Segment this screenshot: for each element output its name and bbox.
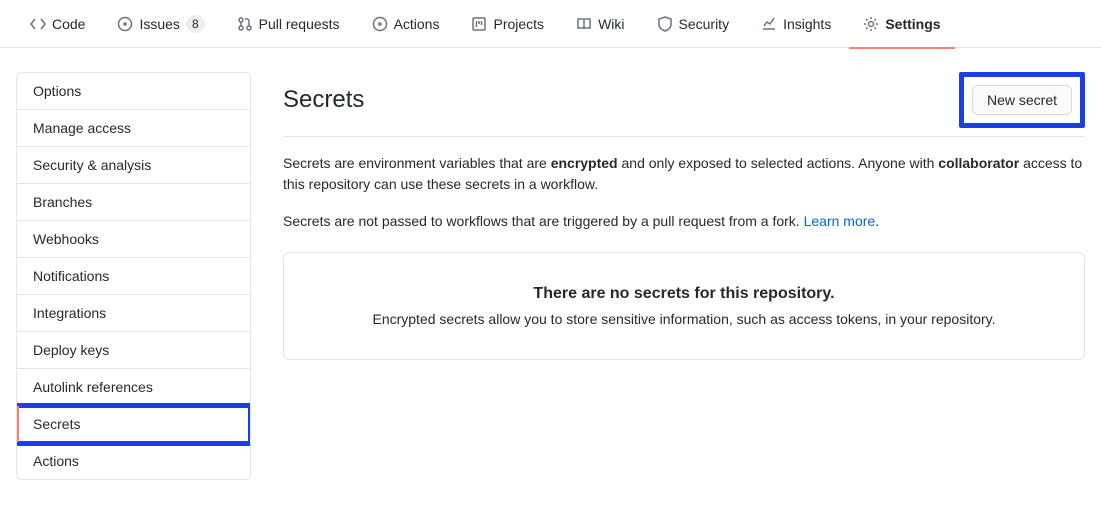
tab-wiki[interactable]: Wiki: [562, 0, 638, 48]
tab-label: Code: [52, 16, 85, 32]
learn-more-link[interactable]: Learn more: [804, 213, 876, 229]
tab-label: Security: [679, 16, 730, 32]
tab-label: Wiki: [598, 16, 624, 32]
page-header: Secrets New secret: [283, 72, 1085, 137]
tab-settings[interactable]: Settings: [849, 0, 954, 48]
main-content: Secrets New secret Secrets are environme…: [283, 72, 1085, 360]
empty-title: There are no secrets for this repository…: [308, 285, 1060, 303]
issues-count: 8: [186, 15, 205, 33]
tab-label: Settings: [885, 16, 940, 32]
issue-icon: [117, 16, 133, 32]
tab-label: Issues: [139, 16, 179, 32]
tab-insights[interactable]: Insights: [747, 0, 845, 48]
secrets-description-2: Secrets are not passed to workflows that…: [283, 211, 1085, 232]
new-secret-button[interactable]: New secret: [972, 85, 1072, 115]
repo-tabs: Code Issues 8 Pull requests Actions Proj…: [0, 0, 1101, 48]
project-icon: [471, 16, 487, 32]
secrets-description-1: Secrets are environment variables that a…: [283, 153, 1085, 195]
empty-state: There are no secrets for this repository…: [283, 252, 1085, 360]
shield-icon: [657, 16, 673, 32]
tab-pull-requests[interactable]: Pull requests: [223, 0, 354, 48]
sidebar-item-actions[interactable]: Actions: [17, 443, 250, 479]
play-icon: [372, 16, 388, 32]
tab-label: Projects: [493, 16, 544, 32]
empty-subtitle: Encrypted secrets allow you to store sen…: [308, 311, 1060, 327]
sidebar-item-security-analysis[interactable]: Security & analysis: [17, 147, 250, 184]
sidebar-item-notifications[interactable]: Notifications: [17, 258, 250, 295]
tab-label: Actions: [394, 16, 440, 32]
sidebar-item-options[interactable]: Options: [17, 73, 250, 110]
gear-icon: [863, 16, 879, 32]
settings-sidebar: Options Manage access Security & analysi…: [16, 72, 251, 480]
tab-code[interactable]: Code: [16, 0, 99, 48]
sidebar-item-webhooks[interactable]: Webhooks: [17, 221, 250, 258]
highlight-new-secret: New secret: [959, 72, 1085, 128]
tab-actions[interactable]: Actions: [358, 0, 454, 48]
book-icon: [576, 16, 592, 32]
sidebar-item-manage-access[interactable]: Manage access: [17, 110, 250, 147]
sidebar-item-secrets[interactable]: Secrets: [17, 406, 250, 443]
tab-security[interactable]: Security: [643, 0, 744, 48]
tab-label: Insights: [783, 16, 831, 32]
page-title: Secrets: [283, 86, 364, 114]
tab-issues[interactable]: Issues 8: [103, 0, 218, 48]
sidebar-item-deploy-keys[interactable]: Deploy keys: [17, 332, 250, 369]
sidebar-item-integrations[interactable]: Integrations: [17, 295, 250, 332]
graph-icon: [761, 16, 777, 32]
tab-projects[interactable]: Projects: [457, 0, 558, 48]
sidebar-item-autolink-references[interactable]: Autolink references: [17, 369, 250, 406]
git-pull-request-icon: [237, 16, 253, 32]
sidebar-item-branches[interactable]: Branches: [17, 184, 250, 221]
code-icon: [30, 16, 46, 32]
tab-label: Pull requests: [259, 16, 340, 32]
